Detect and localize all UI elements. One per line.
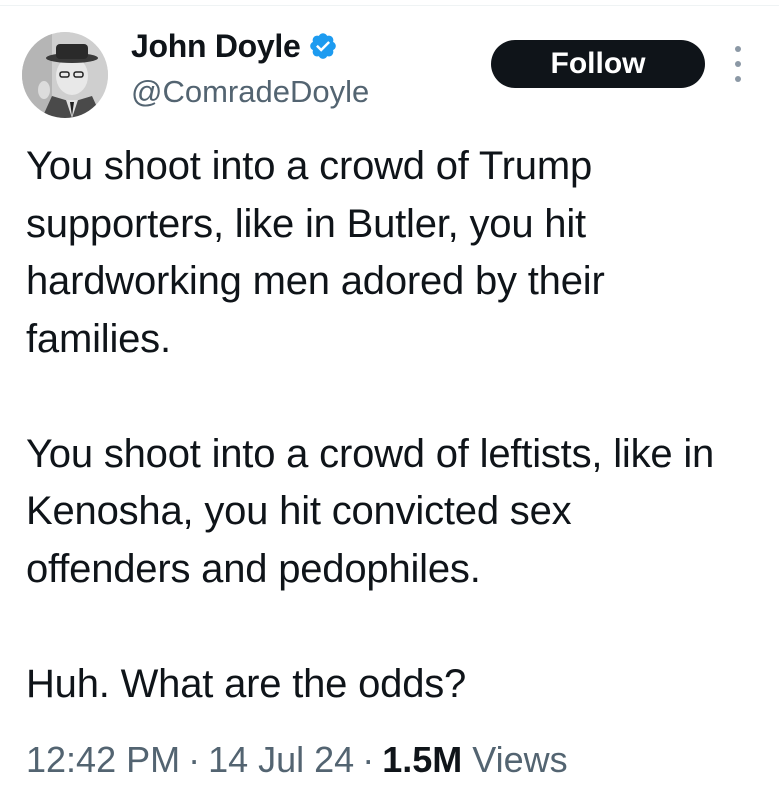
more-dot bbox=[735, 76, 741, 82]
more-dot bbox=[735, 61, 741, 67]
author-avatar[interactable] bbox=[22, 32, 108, 118]
author-name-row: John Doyle bbox=[131, 26, 338, 66]
author-handle[interactable]: @ComradeDoyle bbox=[131, 72, 369, 112]
tweet-text: You shoot into a crowd of Trump supporte… bbox=[26, 138, 746, 713]
follow-button[interactable]: Follow bbox=[491, 40, 705, 88]
meta-separator: · bbox=[362, 739, 375, 780]
views-label[interactable]: Views bbox=[472, 739, 567, 780]
views-count[interactable]: 1.5M bbox=[382, 739, 462, 780]
more-dot bbox=[735, 46, 741, 52]
tweet-meta: 12:42 PM · 14 Jul 24 · 1.5M Views bbox=[26, 736, 568, 784]
tweet-paragraph: You shoot into a crowd of leftists, like… bbox=[26, 431, 715, 591]
author-display-name[interactable]: John Doyle bbox=[131, 26, 301, 66]
tweet-paragraph: Huh. What are the odds? bbox=[26, 661, 467, 706]
more-vertical-icon[interactable] bbox=[728, 46, 748, 82]
tweet-paragraph: You shoot into a crowd of Trump supporte… bbox=[26, 144, 605, 361]
tweet-date[interactable]: 14 Jul 24 bbox=[208, 739, 354, 780]
avatar-photo-icon bbox=[22, 32, 108, 118]
top-divider bbox=[0, 5, 779, 6]
meta-separator: · bbox=[188, 739, 201, 780]
tweet-time[interactable]: 12:42 PM bbox=[26, 739, 180, 780]
verified-badge-icon bbox=[310, 33, 337, 59]
